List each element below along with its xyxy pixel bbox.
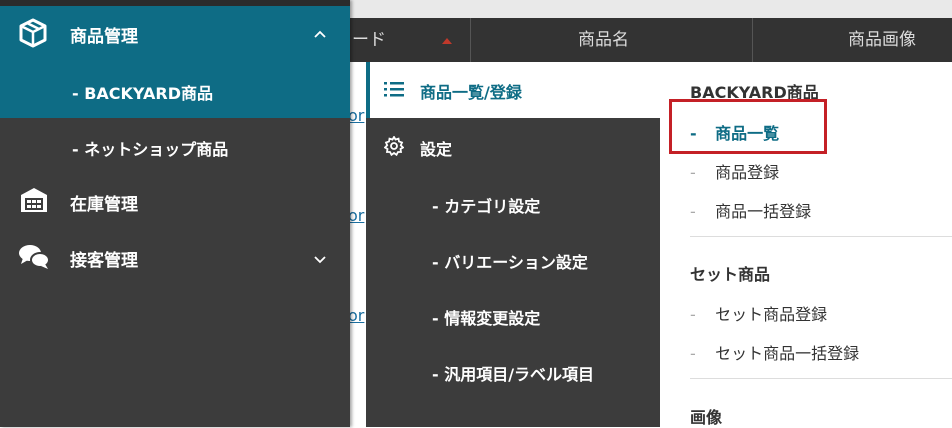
row-link[interactable]: or xyxy=(348,106,364,125)
sidebar-item-product-management[interactable]: 商品管理 - BACKYARD商品 xyxy=(0,6,350,118)
sidebar-item-label: 接客管理 xyxy=(70,251,138,271)
flyout-heading-image: 画像 xyxy=(690,408,723,427)
flyout-item-set-register[interactable]: - セット商品登録 xyxy=(690,301,827,325)
row-link[interactable]: or xyxy=(348,206,364,225)
dash-marker: - xyxy=(690,163,696,182)
dash-marker: - xyxy=(690,202,696,221)
dash-marker: - xyxy=(690,305,696,324)
active-indicator xyxy=(366,62,370,118)
list-icon xyxy=(384,81,404,101)
gear-icon xyxy=(383,135,405,160)
warehouse-icon xyxy=(20,187,50,217)
sidebar-item-label: 商品管理 xyxy=(70,27,138,47)
chevron-down-icon[interactable] xyxy=(314,250,326,264)
divider xyxy=(690,378,952,379)
divider xyxy=(690,236,952,237)
sidebar-subitem-backyard[interactable]: - BACKYARD商品 xyxy=(72,80,213,104)
submenu-item-list-register[interactable]: 商品一覧/登録 xyxy=(366,62,660,118)
flyout-item-label: セット商品一括登録 xyxy=(715,344,860,363)
submenu-item-category[interactable]: - カテゴリ設定 xyxy=(432,193,540,217)
column-header-name[interactable]: 商品名 xyxy=(578,18,629,62)
column-divider xyxy=(752,18,753,62)
chat-bubbles-icon xyxy=(18,243,50,273)
submenu-item-settings[interactable]: 設定 xyxy=(420,136,452,160)
submenu-item-info-change[interactable]: - 情報変更設定 xyxy=(432,305,540,329)
column-header-image[interactable]: 商品画像 xyxy=(848,18,916,62)
row-link[interactable]: or xyxy=(348,306,364,325)
chevron-up-icon[interactable] xyxy=(314,26,326,38)
column-header-code[interactable]: ード xyxy=(352,18,386,62)
flyout-item-product-bulk-register[interactable]: - 商品一括登録 xyxy=(690,198,811,222)
sidebar-item-inventory[interactable]: 在庫管理 xyxy=(0,178,350,224)
submenu-item-generic-label[interactable]: - 汎用項目/ラベル項目 xyxy=(432,361,594,385)
flyout-item-label: セット商品登録 xyxy=(715,305,828,324)
sidebar: 商品管理 - BACKYARD商品 - ネットショップ商品 在庫管理 接客管理 xyxy=(0,0,350,427)
flyout-heading-set: セット商品 xyxy=(690,265,771,284)
flyout-item-set-bulk-register[interactable]: - セット商品一括登録 xyxy=(690,340,859,364)
sort-ascending-icon[interactable] xyxy=(442,38,452,44)
flyout-item-product-register[interactable]: - 商品登録 xyxy=(690,159,779,183)
flyout-item-label: 商品一括登録 xyxy=(715,202,812,221)
sidebar-item-label: 在庫管理 xyxy=(70,195,138,215)
package-box-icon xyxy=(18,18,48,48)
column-divider xyxy=(470,18,471,62)
dash-marker: - xyxy=(690,344,696,363)
submenu-panel: 商品一覧/登録 設定 - カテゴリ設定 - バリエーション設定 - 情報変更設定… xyxy=(366,62,660,427)
sidebar-subitem-netshop[interactable]: - ネットショップ商品 xyxy=(72,136,228,160)
highlight-box xyxy=(669,99,827,154)
flyout-item-label: 商品登録 xyxy=(715,163,780,182)
submenu-item-variation[interactable]: - バリエーション設定 xyxy=(432,249,588,273)
submenu-item-label: 商品一覧/登録 xyxy=(420,83,522,102)
sidebar-item-customer-service[interactable]: 接客管理 xyxy=(0,234,350,280)
